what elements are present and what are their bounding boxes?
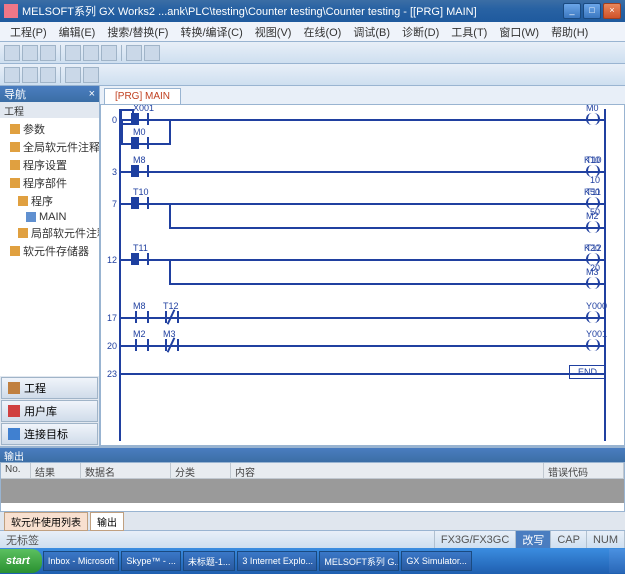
coil-y001: Y001 <box>586 339 600 351</box>
taskbar-app-4[interactable]: 3 Internet Explo... <box>237 551 317 571</box>
menu-bar: 工程(P) 编辑(E) 搜索/替换(F) 转换/编译(C) 视图(V) 在线(O… <box>0 22 625 42</box>
coil-y000: Y000 <box>586 311 600 323</box>
menu-help[interactable]: 帮助(H) <box>545 22 594 42</box>
menu-edit[interactable]: 编辑(E) <box>53 22 102 42</box>
nav-header: 导航× <box>0 86 99 102</box>
output-grid[interactable]: No. 结果 数据名 分类 内容 错误代码 <box>0 462 625 512</box>
menu-view[interactable]: 视图(V) <box>249 22 298 42</box>
tree-device-mem: 软元件存储器 <box>2 242 97 260</box>
taskbar-app-1[interactable]: Inbox - Microsoft <box>43 551 120 571</box>
tool-save[interactable] <box>40 45 56 61</box>
tool-undo[interactable] <box>126 45 142 61</box>
coil-m2: M2 <box>586 221 600 233</box>
menu-debug[interactable]: 调试(B) <box>347 22 396 42</box>
tree-global-comment: 全局软元件注释 <box>2 138 97 156</box>
taskbar-app-6[interactable]: GX Simulator... <box>401 551 472 571</box>
coil-m0: M0 <box>586 113 600 125</box>
project-tree[interactable]: 参数 全局软元件注释 程序设置 程序部件 程序 MAIN 局部软元件注释 软元件… <box>0 118 99 376</box>
tree-main: MAIN <box>2 210 97 224</box>
status-cap: CAP <box>551 531 587 548</box>
editor-tab-main[interactable]: [PRG] MAIN <box>104 88 181 104</box>
tool-new[interactable] <box>4 45 20 61</box>
contact-m2: M2 <box>135 339 149 351</box>
tool-copy[interactable] <box>83 45 99 61</box>
menu-diagnose[interactable]: 诊断(D) <box>396 22 445 42</box>
output-header: 输出 <box>0 448 625 462</box>
panel-header: 工程 <box>0 102 99 118</box>
status-bar: 无标签 FX3G/FX3GC 改写 CAP NUM <box>0 530 625 548</box>
menu-tools[interactable]: 工具(T) <box>445 22 493 42</box>
menu-window[interactable]: 窗口(W) <box>493 22 545 42</box>
tool-wire-v[interactable] <box>83 67 99 83</box>
tool-paste[interactable] <box>101 45 117 61</box>
taskbar-app-3[interactable]: 未标题-1... <box>183 551 236 571</box>
nav-connection-button[interactable]: 连接目标 <box>1 423 98 445</box>
output-tab-output[interactable]: 输出 <box>90 512 124 531</box>
status-model: FX3G/FX3GC <box>435 531 516 548</box>
contact-t12-nc: T12 <box>165 311 179 323</box>
title-bar: MELSOFT系列 GX Works2 ...ank\PLC\testing\C… <box>0 0 625 22</box>
tree-params: 参数 <box>2 120 97 138</box>
tool-coil[interactable] <box>40 67 56 83</box>
toolbar-2 <box>0 64 625 86</box>
output-panel: 输出 No. 结果 数据名 分类 内容 错误代码 <box>0 446 625 512</box>
close-button[interactable]: × <box>603 3 621 19</box>
tree-program: 程序 <box>2 192 97 210</box>
maximize-button[interactable]: □ <box>583 3 601 19</box>
tool-open[interactable] <box>22 45 38 61</box>
tree-local-comment: 局部软元件注释 <box>2 224 97 242</box>
tool-cut[interactable] <box>65 45 81 61</box>
toolbar-1 <box>0 42 625 64</box>
editor-area: [PRG] MAIN 0 X001 M0 M0 3 M8 T10 K10 <box>100 86 625 446</box>
system-tray[interactable] <box>609 549 625 573</box>
navigation-panel: 导航× 工程 参数 全局软元件注释 程序设置 程序部件 程序 MAIN 局部软元… <box>0 86 100 446</box>
contact-m8-2: M8 <box>135 311 149 323</box>
start-button[interactable]: start <box>0 549 42 573</box>
menu-online[interactable]: 在线(O) <box>297 22 347 42</box>
windows-taskbar: start Inbox - Microsoft Skype™ - ... 未标题… <box>0 548 625 574</box>
tree-prog-setting: 程序设置 <box>2 156 97 174</box>
coil-m3: M3 <box>586 277 600 289</box>
nav-userlib-button[interactable]: 用户库 <box>1 400 98 422</box>
end-instruction: END <box>569 365 606 379</box>
output-tab-devlist[interactable]: 软元件使用列表 <box>4 512 88 531</box>
status-num: NUM <box>587 531 625 548</box>
status-mode: 改写 <box>516 531 551 548</box>
taskbar-app-5[interactable]: MELSOFT系列 G... <box>319 551 399 571</box>
tool-contact-open[interactable] <box>4 67 20 83</box>
nav-project-button[interactable]: 工程 <box>1 377 98 399</box>
menu-project[interactable]: 工程(P) <box>4 22 53 42</box>
tree-prog-parts: 程序部件 <box>2 174 97 192</box>
minimize-button[interactable]: _ <box>563 3 581 19</box>
tool-redo[interactable] <box>144 45 160 61</box>
tool-wire-h[interactable] <box>65 67 81 83</box>
menu-compile[interactable]: 转换/编译(C) <box>174 22 248 42</box>
menu-search[interactable]: 搜索/替换(F) <box>101 22 174 42</box>
taskbar-app-2[interactable]: Skype™ - ... <box>121 551 181 571</box>
app-icon <box>4 4 18 18</box>
tool-contact-close[interactable] <box>22 67 38 83</box>
window-title: MELSOFT系列 GX Works2 ...ank\PLC\testing\C… <box>22 3 563 19</box>
contact-m3-nc: M3 <box>165 339 179 351</box>
ladder-canvas[interactable]: 0 X001 M0 M0 3 M8 T10 K10 10 7 T10 T11 <box>100 104 625 446</box>
